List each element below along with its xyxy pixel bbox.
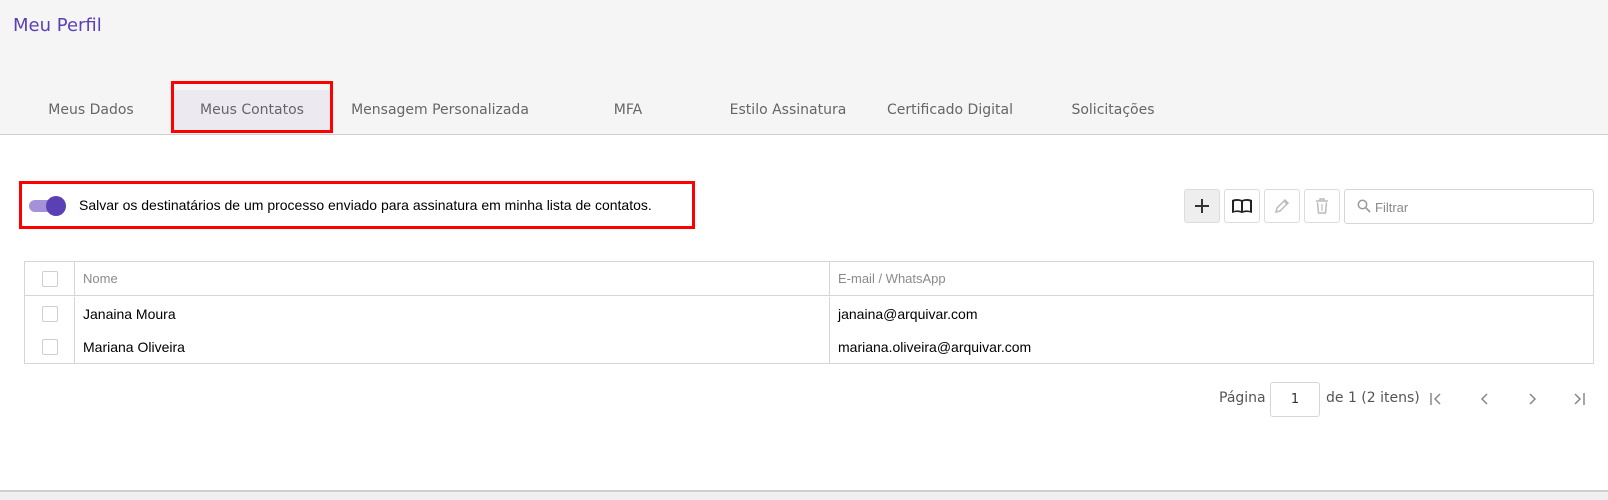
table-row[interactable]: Mariana Oliveira mariana.oliveira@arquiv… (25, 330, 1593, 363)
delete-contact-button[interactable] (1304, 189, 1340, 223)
chevron-left-icon (1480, 393, 1488, 405)
filter-input[interactable] (1375, 196, 1585, 218)
pager-summary: de 1 (2 itens) (1326, 390, 1420, 406)
search-icon (1357, 199, 1371, 213)
last-page-button[interactable] (1568, 389, 1590, 409)
contact-name: Janaina Moura (75, 297, 830, 330)
tab-meus-contatos[interactable]: Meus Contatos (172, 90, 332, 130)
tab-mensagem-personalizada[interactable]: Mensagem Personalizada (344, 90, 536, 130)
header-select-all[interactable] (25, 262, 75, 295)
address-book-icon (1232, 199, 1252, 213)
next-page-button[interactable] (1521, 389, 1543, 409)
first-page-icon (1430, 393, 1441, 405)
row-checkbox[interactable] (41, 338, 58, 355)
address-book-button[interactable] (1224, 189, 1260, 223)
save-recipients-label: Salvar os destinatários de um processo e… (79, 197, 652, 213)
first-page-button[interactable] (1425, 389, 1447, 409)
edit-contact-button[interactable] (1264, 189, 1300, 223)
tab-certificado-digital[interactable]: Certificado Digital (872, 90, 1028, 130)
profile-header: Meu Perfil Meus Dados Meus Contatos Mens… (0, 0, 1608, 135)
plus-icon (1195, 199, 1209, 213)
row-select-cell[interactable] (25, 297, 75, 330)
tab-estilo-assinatura[interactable]: Estilo Assinatura (716, 90, 860, 130)
tab-meus-dados[interactable]: Meus Dados (30, 90, 152, 130)
pager-label: Página (1219, 390, 1266, 406)
save-recipients-toggle[interactable] (29, 196, 66, 216)
toggle-knob (46, 196, 66, 216)
tab-mfa[interactable]: MFA (590, 90, 666, 130)
row-select-cell[interactable] (25, 330, 75, 363)
contact-email: mariana.oliveira@arquivar.com (838, 338, 1032, 355)
contact-email: janaina@arquivar.com (838, 305, 978, 322)
row-checkbox[interactable] (41, 305, 58, 322)
tab-solicitacoes[interactable]: Solicitações (1060, 90, 1166, 130)
select-all-checkbox[interactable] (41, 270, 58, 287)
page-number-input[interactable] (1270, 382, 1320, 417)
contacts-table: Nome E-mail / WhatsApp Janaina Moura jan… (24, 261, 1594, 364)
column-header-email[interactable]: E-mail / WhatsApp (830, 262, 1593, 295)
contact-name: Mariana Oliveira (75, 330, 830, 363)
column-header-nome[interactable]: Nome (75, 262, 830, 295)
last-page-icon (1574, 393, 1585, 405)
add-contact-button[interactable] (1184, 189, 1220, 223)
page-footer-area (0, 492, 1608, 500)
previous-page-button[interactable] (1474, 389, 1496, 409)
trash-icon (1316, 198, 1328, 214)
table-header-row: Nome E-mail / WhatsApp (25, 262, 1593, 296)
table-row[interactable]: Janaina Moura janaina@arquivar.com (25, 297, 1593, 330)
pencil-icon (1274, 198, 1290, 214)
filter-field[interactable] (1344, 189, 1594, 224)
page-title: Meu Perfil (13, 15, 102, 36)
chevron-right-icon (1529, 393, 1537, 405)
